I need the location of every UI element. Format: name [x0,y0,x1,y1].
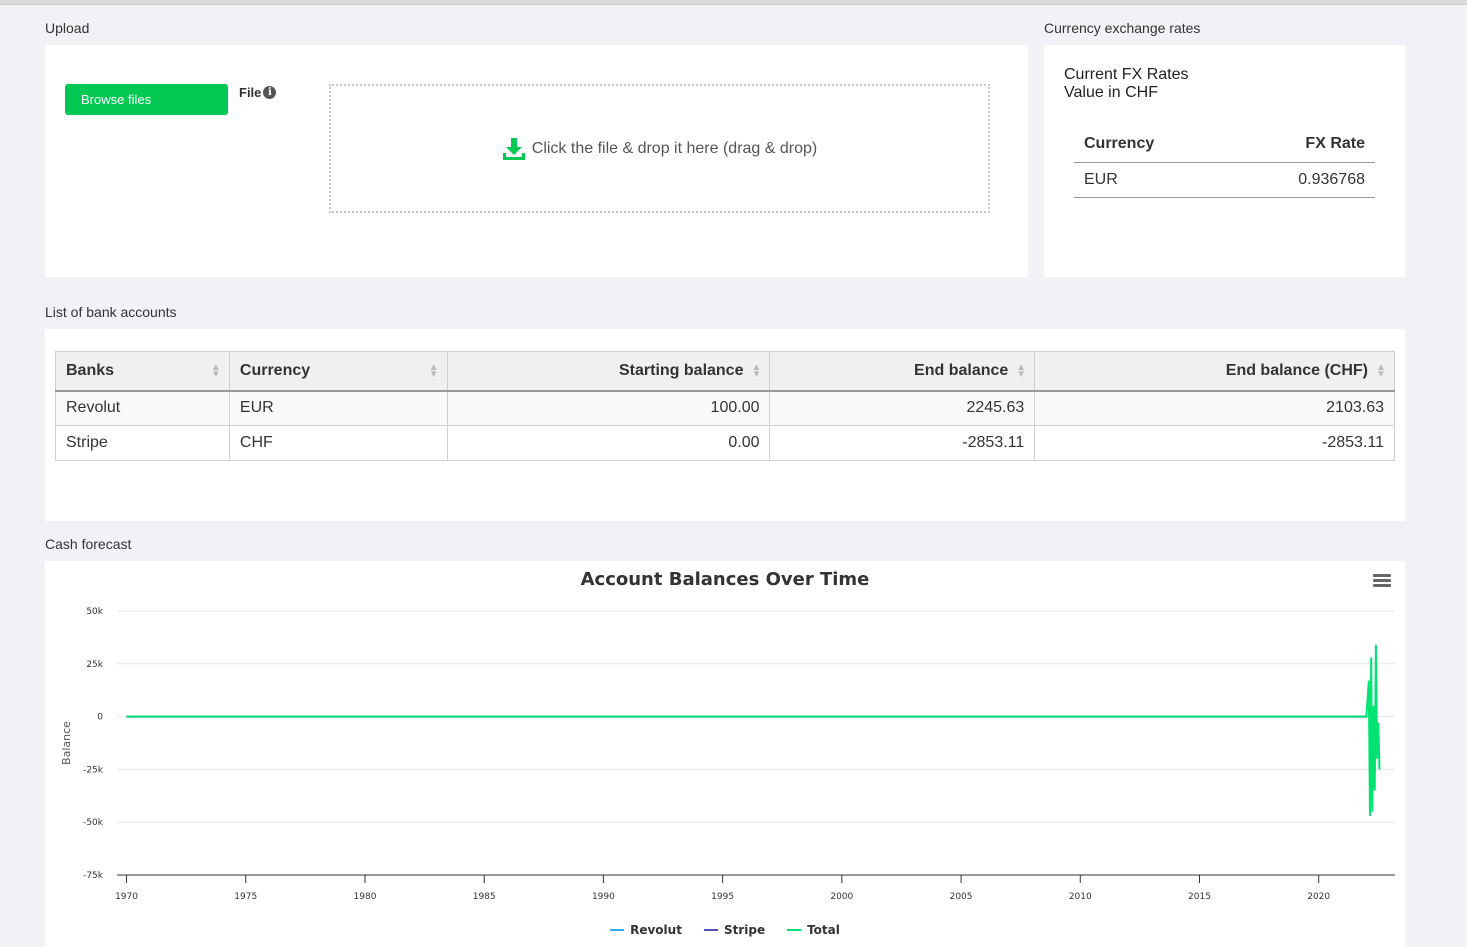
cell-end-balance-chf: 2103.63 [1034,390,1395,426]
balance-chart: 50k 25k 0 -25k -50k -75k 1970 1975 1980 1985 1990 1… [60,607,1395,902]
forecast-card: Account Balances Over Time 50k 25k 0 -25k -5… [45,561,1405,947]
download-icon [502,137,525,160]
column-header-banks[interactable]: Banks ▲ ▼ [55,351,230,392]
y-tick-label: -25k [83,765,104,775]
column-header-end-balance-chf-label: End balance (CHF) [1225,361,1368,379]
cell-starting-balance: 0.00 [446,425,771,461]
column-header-end-balance-chf[interactable]: End balance (CHF) ▲ ▼ [1034,351,1395,392]
sort-icon: ▲ ▼ [1376,361,1386,380]
column-header-end-balance-label: End balance [914,361,1009,379]
file-label-text: File [239,85,262,100]
y-tick-label: 25k [86,660,103,670]
sort-icon: ▲ ▼ [751,361,762,380]
section-title-forecast: Cash forecast [45,536,132,552]
series-line-total [126,644,1381,816]
x-tick-label: 1980 [354,892,377,902]
x-tick-label: 1975 [234,892,257,902]
section-title-accounts: List of bank accounts [45,304,177,320]
legend-label: Stripe [723,923,766,937]
fx-title-line2: Value in CHF [1064,84,1158,101]
column-header-starting-balance-label: Starting balance [619,361,744,379]
cell-end-balance-chf: -2853.11 [1034,425,1395,461]
upload-card: Browse files File i Click the file & dro… [45,45,1028,277]
file-dropzone[interactable]: Click the file & drop it here (drag & dr… [329,84,990,213]
x-tick-label: 2010 [1069,892,1092,902]
fx-cell-currency: EUR [1074,162,1228,198]
section-title-fx: Currency exchange rates [1044,20,1201,36]
column-header-starting-balance[interactable]: Starting balance ▲ ▼ [446,351,771,392]
column-header-currency-label: Currency [239,361,311,379]
legend-swatch [610,929,625,931]
x-tick-label: 2020 [1307,892,1330,902]
x-tick-label: 1995 [711,892,734,902]
y-axis-title: Balance [60,721,73,765]
bank-accounts-table: Banks ▲ ▼ Currency ▲ ▼ Starting balance ▲ ▼ En… [55,351,1395,461]
cell-end-balance: 2245.63 [769,390,1036,426]
top-border [0,0,1467,5]
browse-files-button[interactable]: Browse files [65,84,228,115]
y-tick-label: -75k [83,871,104,881]
x-tick-label: 1990 [592,892,615,902]
dropzone-text: Click the file & drop it here (drag & dr… [531,139,818,157]
cell-starting-balance: 100.00 [446,390,771,426]
sort-icon: ▲ ▼ [1016,361,1027,380]
y-tick-label: 0 [97,713,103,723]
section-title-upload: Upload [45,20,90,36]
sort-icon: ▲ ▼ [210,361,221,380]
fx-row: EUR 0.936768 [1074,162,1375,198]
info-icon[interactable]: i [263,86,277,99]
fx-table: Currency FX Rate EUR 0.936768 [1074,127,1375,198]
column-header-banks-label: Banks [66,361,115,379]
column-header-currency[interactable]: Currency ▲ ▼ [228,351,448,392]
chart-legend: Revolut Stripe Total [45,923,1405,937]
legend-label: Revolut [630,923,682,937]
accounts-card: Banks ▲ ▼ Currency ▲ ▼ Starting balance ▲ ▼ En… [45,329,1405,521]
x-tick-label: 1985 [473,892,496,902]
table-row[interactable]: Stripe CHF 0.00 -2853.11 -2853.11 [55,425,1395,461]
legend-swatch [703,929,718,931]
sort-icon: ▲ ▼ [428,361,439,380]
fx-title-line1: Current FX Rates [1064,66,1189,83]
fx-title: Current FX Rates Value in CHF [1064,66,1188,102]
table-row[interactable]: Revolut EUR 100.00 2245.63 2103.63 [55,390,1395,426]
x-tick-label: 2000 [830,892,853,902]
legend-item-total[interactable]: Total [787,923,840,937]
fx-header-currency: Currency [1074,127,1228,163]
column-header-end-balance[interactable]: End balance ▲ ▼ [769,351,1036,392]
cell-currency: EUR [228,390,448,426]
y-tick-label: 50k [86,607,103,617]
legend-item-revolut[interactable]: Revolut [610,923,682,937]
legend-swatch [787,929,802,931]
legend-label: Total [807,923,840,937]
y-tick-label: -50k [83,818,104,828]
legend-item-stripe[interactable]: Stripe [703,923,766,937]
file-label: File i [239,85,277,100]
cell-currency: CHF [228,425,448,461]
fx-header-rate: FX Rate [1227,127,1375,163]
cell-bank: Stripe [55,425,230,461]
x-tick-label: 1970 [115,892,138,902]
x-tick-label: 2005 [950,892,973,902]
fx-cell-rate: 0.936768 [1227,162,1375,198]
cell-bank: Revolut [55,390,230,426]
fx-card: Current FX Rates Value in CHF Currency F… [1044,45,1405,277]
cell-end-balance: -2853.11 [769,425,1036,461]
x-tick-label: 2015 [1188,892,1211,902]
